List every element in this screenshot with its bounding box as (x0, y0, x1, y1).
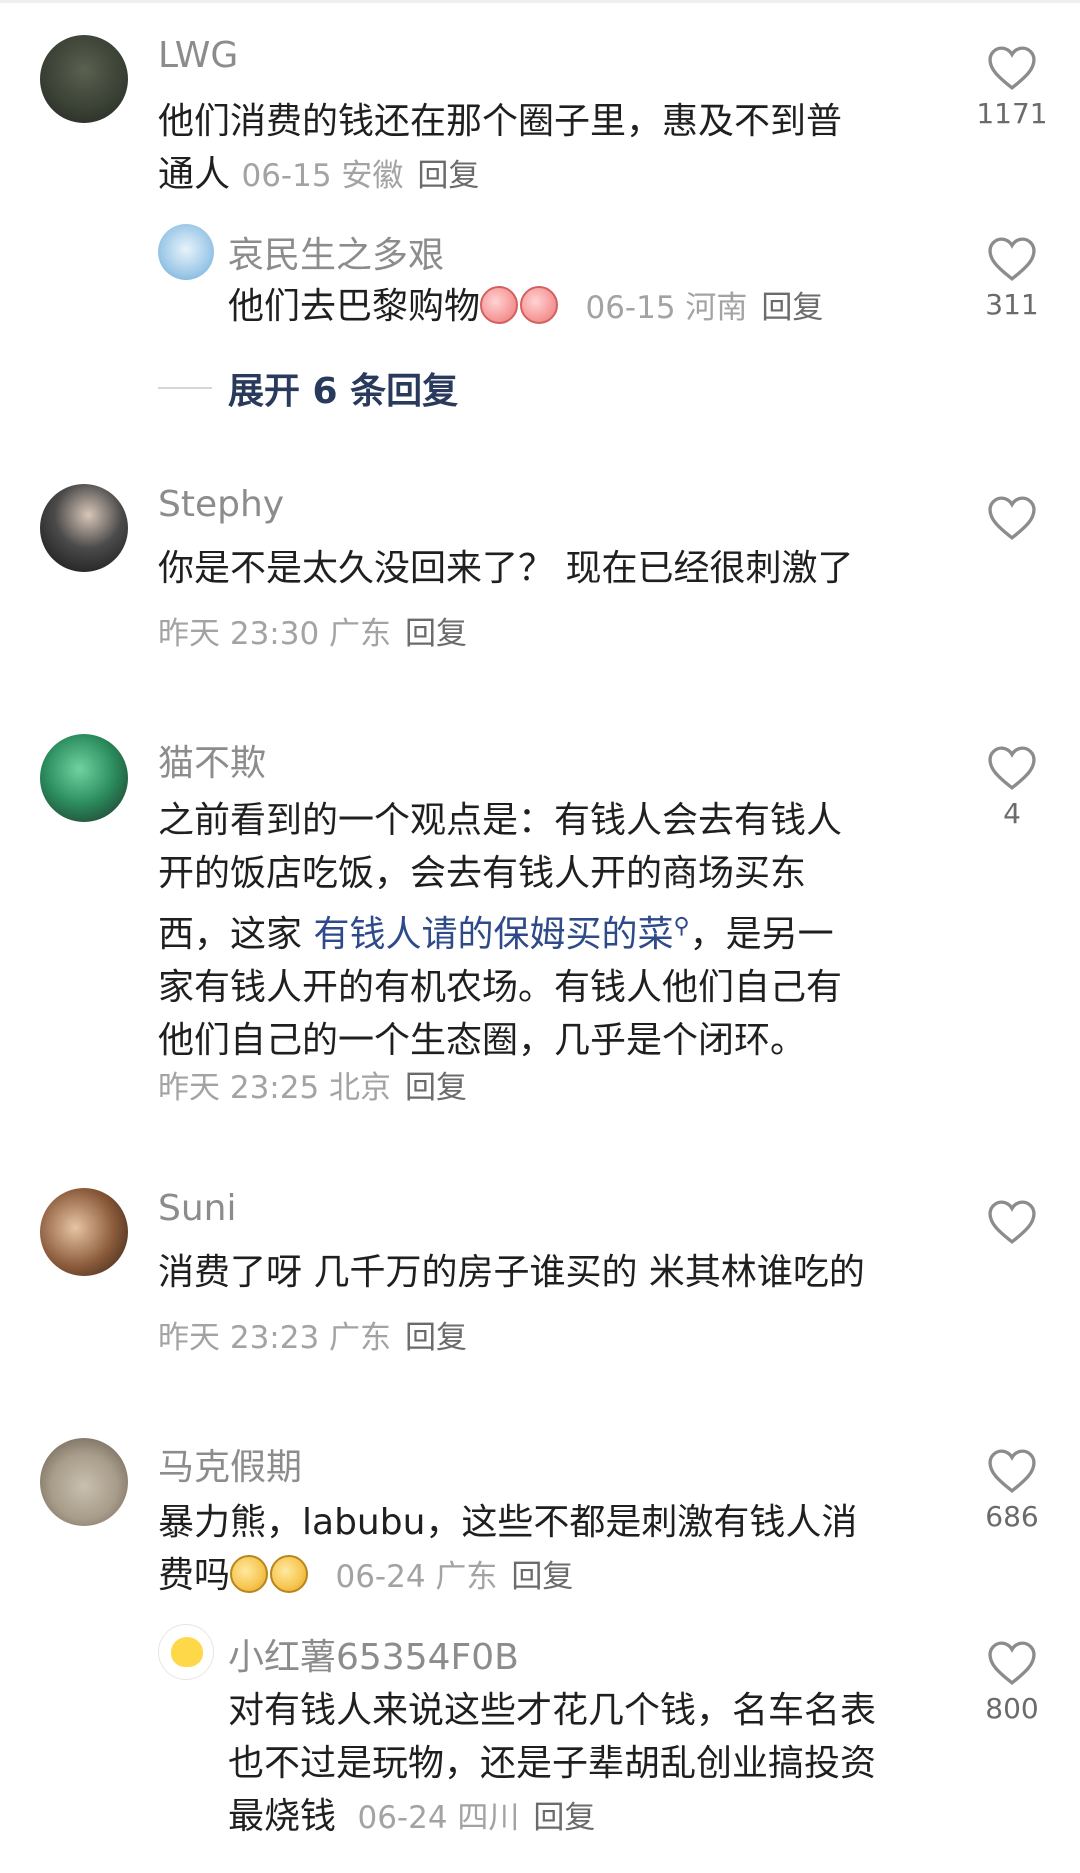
like-button[interactable]: 800 (972, 1640, 1052, 1725)
comment-text[interactable]: 他们消费的钱还在那个圈子里，惠及不到普 通人 06-15 安徽 回复 (158, 95, 918, 203)
like-button[interactable] (972, 1199, 1052, 1245)
heart-outline-icon (988, 1449, 1036, 1493)
reply-button[interactable]: 回复 (511, 1559, 573, 1595)
comment-text[interactable]: 之前看到的一个观点是：有钱人会去有钱人 开的饭店吃饭，会去有钱人开的商场买东 西… (158, 794, 938, 1067)
like-count: 311 (985, 288, 1039, 321)
avatar[interactable] (40, 1188, 128, 1276)
reply-text[interactable]: 对有钱人来说这些才花几个钱，名车名表 也不过是玩物，还是子辈胡乱创业搞投资 最烧… (228, 1684, 948, 1845)
like-button[interactable]: 686 (972, 1448, 1052, 1533)
search-link[interactable]: 有钱人请的保姆买的菜 (313, 914, 673, 955)
like-count: 800 (985, 1692, 1039, 1725)
comment-meta: 昨天 23:23 广东 回复 (158, 1320, 468, 1356)
reply-text[interactable]: 他们去巴黎购物 06-15 河南 回复 (228, 280, 928, 335)
comment-meta: 昨天 23:30 广东 回复 (158, 616, 468, 652)
reply-button[interactable]: 回复 (533, 1800, 595, 1836)
comment-text[interactable]: 暴力熊，labubu，这些不都是刺激有钱人消 费吗 06-24 广东 回复 (158, 1496, 938, 1604)
heart-outline-icon (988, 237, 1036, 281)
heart-outline-icon (988, 496, 1036, 540)
duck-avatar-icon (171, 1637, 203, 1667)
username[interactable]: Stephy (158, 484, 284, 525)
username[interactable]: 小红薯65354F0B (228, 1628, 519, 1680)
username[interactable]: Suni (158, 1188, 237, 1229)
like-button[interactable]: 311 (972, 236, 1052, 321)
avatar[interactable] (40, 35, 128, 123)
reply-button[interactable]: 回复 (405, 1070, 467, 1106)
reply-button[interactable]: 回复 (405, 1320, 467, 1356)
bear-emoji-icon (270, 1555, 309, 1593)
comment-meta: 06-15 安徽 回复 (241, 158, 480, 194)
comment-text[interactable]: 消费了呀 几千万的房子谁买的 米其林谁吃的 (158, 1246, 958, 1299)
comment-meta: 06-24 四川 回复 (357, 1800, 596, 1836)
reply-button[interactable]: 回复 (405, 616, 467, 652)
like-count: 4 (1003, 797, 1021, 830)
like-count: 686 (985, 1500, 1039, 1533)
avatar[interactable] (40, 734, 128, 822)
expand-replies-button[interactable]: 展开 6 条回复 (158, 362, 458, 414)
heart-outline-icon (988, 46, 1036, 90)
divider (158, 387, 212, 389)
comment-meta: 06-15 河南 回复 (585, 290, 824, 326)
reply-button[interactable]: 回复 (417, 158, 479, 194)
username[interactable]: 马克假期 (158, 1438, 302, 1490)
search-icon: ⚲ (673, 914, 690, 939)
bear-emoji-icon (230, 1555, 269, 1593)
like-count: 1171 (976, 97, 1048, 130)
peach-emoji-icon (480, 286, 519, 324)
like-button[interactable] (972, 495, 1052, 541)
avatar[interactable] (40, 484, 128, 572)
comment-meta: 06-24 广东 回复 (335, 1559, 574, 1595)
comment-meta: 昨天 23:25 北京 回复 (158, 1070, 468, 1106)
avatar[interactable] (40, 1438, 128, 1526)
heart-outline-icon (988, 746, 1036, 790)
heart-outline-icon (988, 1200, 1036, 1244)
avatar[interactable] (158, 224, 214, 280)
username[interactable]: LWG (158, 35, 238, 76)
like-button[interactable]: 1171 (972, 45, 1052, 130)
comment-text[interactable]: 你是不是太久没回来了？ 现在已经很刺激了 (158, 542, 938, 595)
heart-outline-icon (988, 1641, 1036, 1685)
peach-emoji-icon (520, 286, 559, 324)
avatar[interactable] (158, 1624, 214, 1680)
username[interactable]: 猫不欺 (158, 734, 266, 786)
username[interactable]: 哀民生之多艰 (228, 226, 444, 278)
reply-button[interactable]: 回复 (761, 290, 823, 326)
top-divider (0, 0, 1080, 3)
like-button[interactable]: 4 (972, 745, 1052, 830)
